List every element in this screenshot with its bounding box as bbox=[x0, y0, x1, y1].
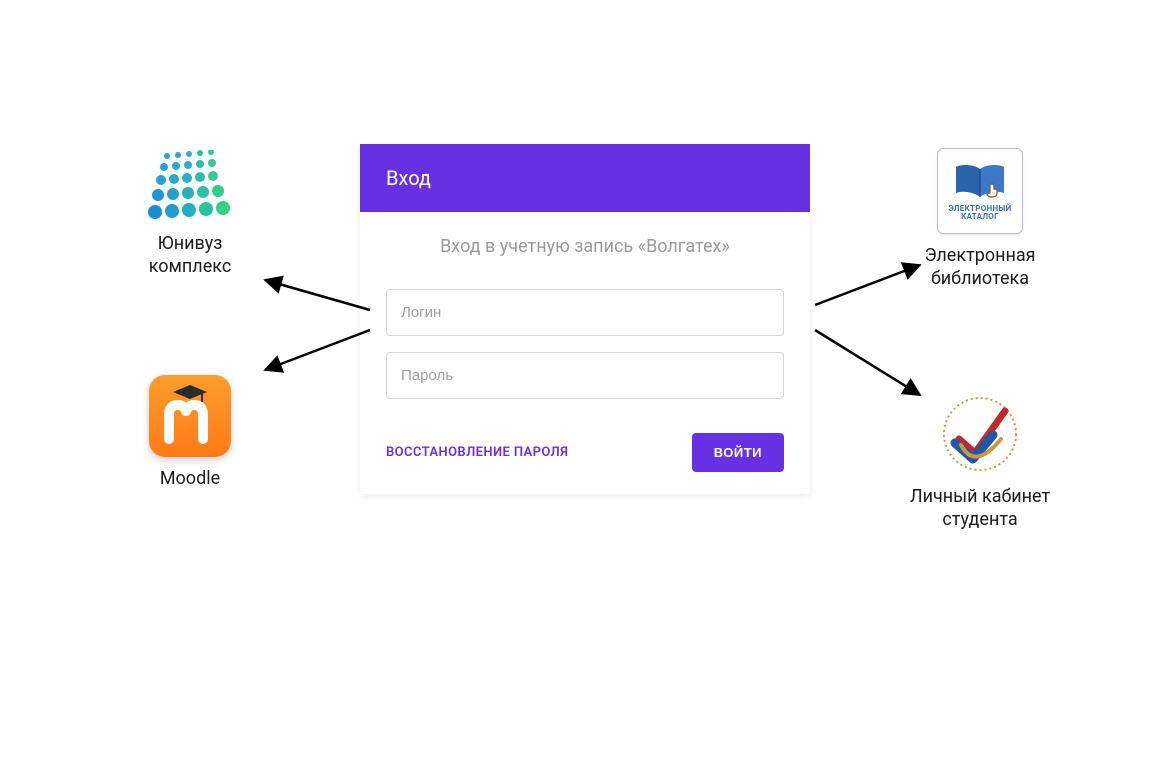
password-recovery-link[interactable]: ВОССТАНОВЛЕНИЕ ПАРОЛЯ bbox=[386, 445, 568, 460]
destination-label: Электронная библиотека bbox=[890, 244, 1070, 291]
password-input[interactable] bbox=[386, 352, 784, 399]
catalog-tile-caption: ЭЛЕКТРОННЫЙ КАТАЛОГ bbox=[938, 205, 1022, 222]
catalog-icon: ЭЛЕКТРОННЫЙ КАТАЛОГ bbox=[890, 148, 1070, 234]
login-header: Вход bbox=[360, 144, 810, 212]
destination-label: Юнивуз комплекс bbox=[100, 232, 280, 279]
volgatech-emblem-icon bbox=[935, 393, 1025, 475]
destination-moodle: Moodle bbox=[100, 375, 280, 490]
univuz-icon bbox=[147, 150, 233, 222]
login-card: Вход Вход в учетную запись «Волгатех» ВО… bbox=[360, 144, 810, 494]
destination-label: Личный кабинет студента bbox=[890, 485, 1070, 532]
destination-label: Moodle bbox=[100, 467, 280, 490]
moodle-icon bbox=[100, 375, 280, 457]
destination-univuz: Юнивуз комплекс bbox=[100, 150, 280, 279]
login-subtitle: Вход в учетную запись «Волгатех» bbox=[360, 212, 810, 273]
destination-electronic-library: ЭЛЕКТРОННЫЙ КАТАЛОГ Электронная библиоте… bbox=[890, 148, 1070, 291]
sign-in-button[interactable]: ВОЙТИ bbox=[692, 433, 784, 472]
destination-student-cabinet: Личный кабинет студента bbox=[890, 393, 1070, 532]
login-input[interactable] bbox=[386, 289, 784, 336]
diagram-stage: Вход Вход в учетную запись «Волгатех» ВО… bbox=[0, 0, 1176, 768]
